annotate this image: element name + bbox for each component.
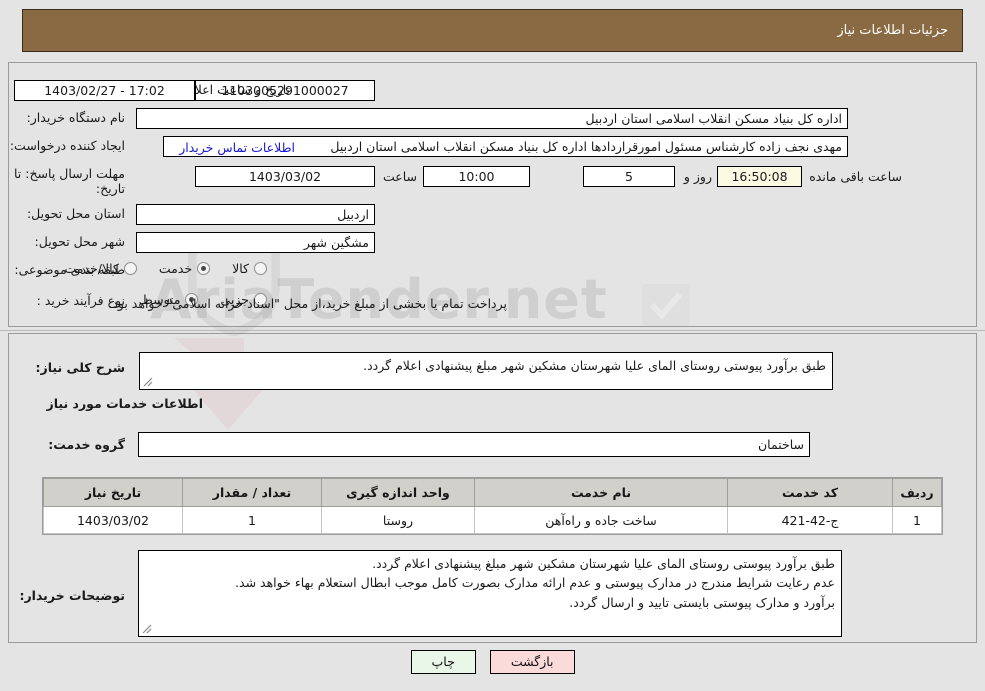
cell-code: ج-42-421 (727, 506, 893, 534)
province-label: استان محل تحویل: (26, 206, 125, 221)
deadline-label: مهلت ارسال پاسخ: تا تاریخ: (14, 166, 125, 196)
category-option-khedmat[interactable]: خدمت (158, 261, 211, 276)
resize-grip-icon[interactable] (142, 624, 152, 634)
services-heading: اطلاعات خدمات مورد نیاز (46, 396, 204, 411)
deadline-countdown-value: 16:50:08 (717, 166, 802, 187)
cell-row: 1 (892, 506, 942, 534)
category-option-kala-khedmat[interactable]: کالا/خدمت (64, 261, 137, 276)
service-group-label: گروه خدمت: (48, 437, 125, 452)
radio-icon[interactable] (254, 262, 267, 275)
page-title: جزئیات اطلاعات نیاز (837, 23, 948, 38)
service-group-value: ساختمان (138, 432, 810, 457)
services-table: ردیف کد خدمت نام خدمت واحد اندازه گیری ت… (42, 477, 943, 535)
buyer-org-value: اداره کل بنیاد مسکن انقلاب اسلامی استان … (136, 108, 848, 129)
category-option-label: کالا (232, 261, 249, 276)
field-province: استان محل تحویل: (27, 206, 125, 221)
radio-icon[interactable] (197, 262, 211, 275)
field-requester: ایجاد کننده درخواست: (10, 138, 125, 153)
buyer-note-line: طبق برآورد پیوستی روستای المای علیا شهرس… (372, 556, 835, 571)
col-unit: واحد اندازه گیری (321, 478, 475, 507)
cell-name: ساخت جاده و راه‌آهن (474, 506, 728, 534)
col-name: نام خدمت (474, 478, 728, 507)
cell-date: 1403/03/02 (43, 506, 183, 534)
panel-divider (0, 330, 985, 331)
need-info-panel (8, 62, 977, 327)
category-option-kala[interactable]: کالا (232, 261, 267, 276)
province-value: اردبیل (136, 204, 375, 225)
action-buttons: بازگشت چاپ (0, 650, 985, 674)
buyer-org-label: نام دستگاه خریدار: (26, 110, 125, 125)
field-buyer-org: نام دستگاه خریدار: (27, 110, 125, 125)
requester-label: ایجاد کننده درخواست: (9, 138, 125, 153)
summary-text: طبق برآورد پیوستی روستای المای علیا شهرس… (363, 358, 826, 373)
cell-unit: روستا (321, 506, 475, 534)
col-qty: تعداد / مقدار (182, 478, 322, 507)
resize-grip-icon[interactable] (143, 377, 153, 387)
purchase-type-note: پرداخت تمام یا بخشی از مبلغ خرید،از محل … (108, 296, 507, 311)
col-date: تاریخ نیاز (43, 478, 183, 507)
print-button[interactable]: چاپ (410, 650, 476, 674)
city-label: شهر محل تحویل: (34, 234, 125, 249)
col-code: کد خدمت (727, 478, 893, 507)
deadline-days-value: 5 (583, 166, 675, 187)
table-row[interactable]: 1 ج-42-421 ساخت جاده و راه‌آهن روستا 1 1… (43, 506, 942, 534)
summary-textbox[interactable]: طبق برآورد پیوستی روستای المای علیا شهرس… (139, 352, 833, 390)
buyer-contact-link[interactable]: اطلاعات تماس خریدار (179, 140, 295, 155)
deadline-days-label: روز و (683, 169, 712, 184)
field-city: شهر محل تحویل: (35, 234, 125, 249)
field-deadline: مهلت ارسال پاسخ: تا تاریخ: (7, 166, 125, 196)
col-row: ردیف (892, 478, 942, 507)
category-radio-group[interactable]: کالا خدمت کالا/خدمت (42, 261, 267, 276)
deadline-date-value: 1403/03/02 (195, 166, 375, 187)
public-announce-value: 17:02 - 1403/02/27 (14, 80, 195, 101)
buyer-note-line: برآورد و مدارک پیوستی بایستی تایید و ارس… (569, 594, 835, 610)
page-header: جزئیات اطلاعات نیاز (22, 9, 963, 52)
deadline-time-label: ساعت (382, 169, 417, 184)
deadline-remaining-label: ساعت باقی مانده (809, 169, 902, 184)
city-value: مشگین شهر (136, 232, 375, 253)
summary-label: شرح کلی نیاز: (35, 360, 125, 375)
back-button[interactable]: بازگشت (489, 650, 575, 674)
table-header-row: ردیف کد خدمت نام خدمت واحد اندازه گیری ت… (43, 478, 942, 507)
category-option-label: خدمت (158, 261, 193, 276)
category-option-label: کالا/خدمت (64, 261, 119, 276)
buyer-notes-textbox[interactable]: طبق برآورد پیوستی روستای المای علیا شهرس… (138, 550, 842, 637)
buyer-notes-label: توضیحات خریدار: (19, 588, 125, 603)
cell-qty: 1 (182, 506, 322, 534)
deadline-time-value: 10:00 (423, 166, 530, 187)
buyer-note-line: عدم رعایت شرایط مندرج در مدارک پیوستی و … (235, 575, 835, 591)
radio-icon[interactable] (123, 262, 137, 275)
